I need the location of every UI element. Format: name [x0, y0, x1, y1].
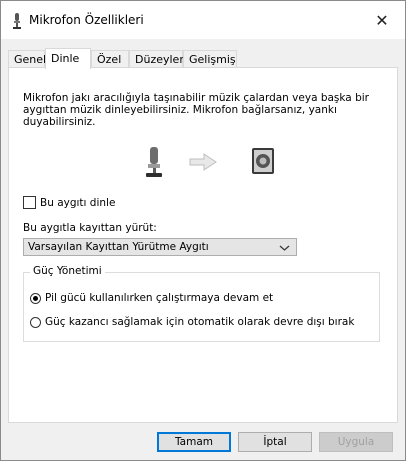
- tab-dinle[interactable]: Dinle: [45, 48, 91, 69]
- listen-tab-panel: Mikrofon jakı aracılığıyla taşınabilir m…: [8, 67, 398, 423]
- speaker-icon: [252, 148, 274, 174]
- close-icon: ✕: [375, 10, 389, 30]
- power-option-continue[interactable]: Pil gücü kullanılırken çalıştırmaya deva…: [30, 292, 273, 304]
- chevron-down-icon: [279, 242, 290, 253]
- microphone-icon: [10, 13, 24, 29]
- power-option-disable[interactable]: Güç kazancı sağlamak için otomatik olara…: [30, 316, 354, 328]
- playback-device-label: Bu aygıtla kayıttan yürüt:: [23, 222, 157, 234]
- microphone-icon: [146, 147, 162, 177]
- apply-button[interactable]: Uygula: [319, 432, 393, 452]
- power-option-disable-label: Güç kazancı sağlamak için otomatik olara…: [45, 316, 355, 328]
- cancel-button[interactable]: İptal: [238, 432, 312, 452]
- listen-checkbox[interactable]: [23, 196, 36, 209]
- power-management-group: Güç Yönetimi Pil gücü kullanılırken çalı…: [23, 265, 380, 342]
- playback-device-value: Varsayılan Kayıttan Yürütme Aygıtı: [28, 241, 209, 253]
- listen-description: Mikrofon jakı aracılığıyla taşınabilir m…: [23, 92, 369, 128]
- listen-checkbox-label: Bu aygıtı dinle: [40, 196, 116, 209]
- listen-checkbox-row[interactable]: Bu aygıtı dinle: [23, 196, 115, 209]
- power-option-continue-label: Pil gücü kullanılırken çalıştırmaya deva…: [45, 292, 274, 304]
- tab-ozel[interactable]: Özel: [91, 50, 129, 67]
- power-management-title: Güç Yönetimi: [30, 265, 105, 277]
- tab-genel[interactable]: Genel: [8, 50, 46, 67]
- close-button[interactable]: ✕: [359, 1, 405, 39]
- power-option-continue-radio[interactable]: [30, 292, 41, 304]
- tab-gelismis[interactable]: Gelişmiş: [183, 50, 237, 67]
- right-arrow-icon: [189, 153, 217, 171]
- tab-duzeyler[interactable]: Düzeyler: [129, 50, 184, 67]
- power-option-disable-radio[interactable]: [30, 316, 41, 328]
- listen-illustration: [140, 144, 280, 180]
- window-title: Mikrofon Özellikleri: [29, 13, 144, 27]
- title-bar: Mikrofon Özellikleri ✕: [1, 1, 405, 39]
- playback-device-select[interactable]: Varsayılan Kayıttan Yürütme Aygıtı: [23, 238, 297, 256]
- ok-button[interactable]: Tamam: [157, 432, 231, 452]
- dialog-window: Mikrofon Özellikleri ✕ Genel Dinle Özel …: [0, 0, 406, 461]
